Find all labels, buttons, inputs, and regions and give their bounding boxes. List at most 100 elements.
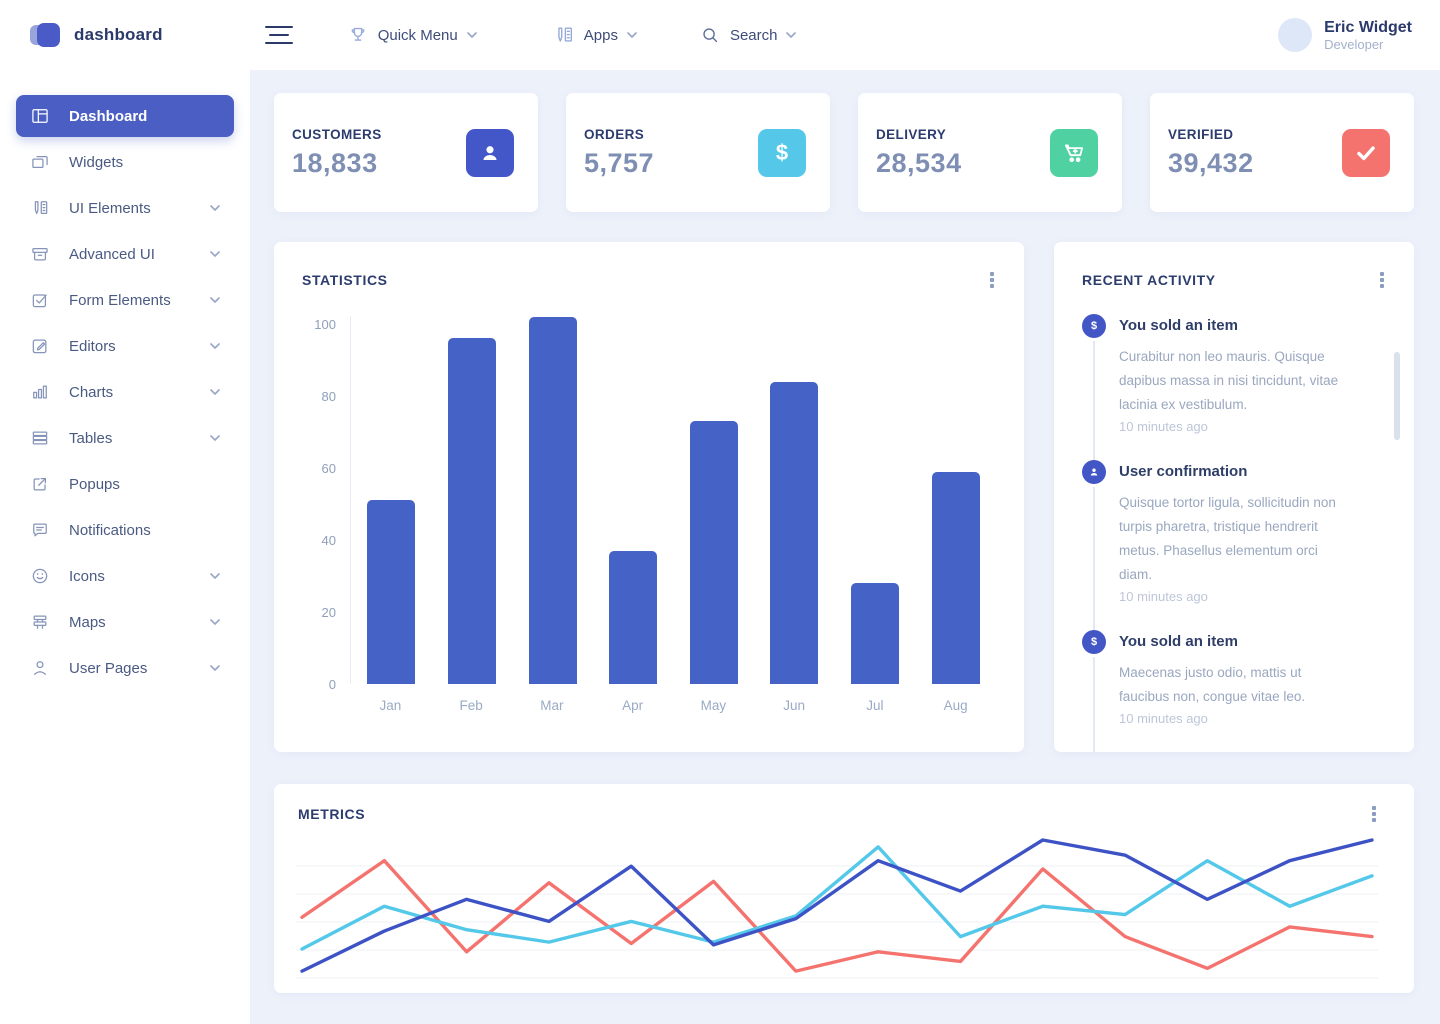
dollar-icon: $ [1082, 630, 1106, 654]
user-icon [466, 129, 514, 177]
sidebar-item-label: Icons [69, 568, 105, 585]
activity-item[interactable]: $ You sold an item Maecenas justo odio, … [1082, 630, 1386, 752]
notifications-icon [30, 520, 50, 540]
sidebar-item-label: Widgets [69, 154, 123, 171]
stat-card-delivery: DELIVERY 28,534 [858, 93, 1122, 212]
chevron-down-icon [210, 343, 220, 349]
nav-quick-menu[interactable]: Quick Menu [347, 24, 477, 46]
line-chart [296, 832, 1378, 984]
stat-value: 39,432 [1168, 148, 1254, 179]
stat-label: ORDERS [584, 127, 654, 142]
widgets-icon [30, 152, 50, 172]
sidebar-item-user-pages[interactable]: User Pages [16, 647, 234, 689]
brand-logo-icon [30, 21, 64, 49]
line-series-salmon [302, 861, 1372, 971]
top-navbar: dashboard Quick Menu Apps Search Eric Wi… [0, 0, 1440, 70]
kebab-menu-icon[interactable] [1370, 804, 1378, 824]
stat-card-customers: CUSTOMERS 18,833 [274, 93, 538, 212]
stat-value: 5,757 [584, 148, 654, 179]
sidebar-item-tables[interactable]: Tables [16, 417, 234, 459]
tables-icon [30, 428, 50, 448]
sidebar-item-editors[interactable]: Editors [16, 325, 234, 367]
activity-text: Curabitur non leo mauris. Quisque dapibu… [1119, 345, 1351, 417]
bar [609, 551, 657, 684]
y-tick-label: 20 [322, 605, 336, 620]
timeline-line [1093, 487, 1095, 630]
sidebar-item-label: Form Elements [69, 292, 171, 309]
cart-icon [1050, 129, 1098, 177]
x-tick-label: Apr [592, 698, 673, 713]
bar [690, 421, 738, 684]
kebab-menu-icon[interactable] [1378, 270, 1386, 290]
scrollbar-thumb[interactable] [1394, 352, 1400, 440]
sidebar-item-notifications[interactable]: Notifications [16, 509, 234, 551]
sidebar-item-popups[interactable]: Popups [16, 463, 234, 505]
stat-label: CUSTOMERS [292, 127, 382, 142]
x-tick-label: Jan [350, 698, 431, 713]
user-role: Developer [1324, 37, 1412, 53]
popups-icon [30, 474, 50, 494]
bar-chart: 020406080100 [302, 316, 996, 684]
sidebar-item-form-elements[interactable]: Form Elements [16, 279, 234, 321]
bar [932, 472, 980, 684]
y-tick-label: 0 [329, 677, 336, 692]
stat-card-orders: ORDERS 5,757 $ [566, 93, 830, 212]
bar-chart-plot [350, 316, 996, 684]
chevron-down-icon [210, 573, 220, 579]
sidebar-item-dashboard[interactable]: Dashboard [16, 95, 234, 137]
dollar-icon: $ [1082, 314, 1106, 338]
activity-list: $ You sold an item Curabitur non leo mau… [1082, 314, 1386, 752]
chevron-down-icon [210, 297, 220, 303]
user-menu[interactable]: Eric Widget Developer [1278, 18, 1412, 53]
bar [367, 500, 415, 684]
timeline-line [1093, 341, 1095, 460]
apps-icon [553, 24, 575, 46]
activity-time: 10 minutes ago [1119, 419, 1351, 434]
nav-search-label: Search [730, 27, 778, 44]
nav-apps[interactable]: Apps [553, 24, 637, 46]
chevron-down-icon [467, 32, 477, 38]
bar [851, 583, 899, 684]
sidebar-item-icons[interactable]: Icons [16, 555, 234, 597]
kebab-menu-icon[interactable] [988, 270, 996, 290]
menu-toggle-icon[interactable] [265, 26, 293, 44]
brand-name: dashboard [74, 25, 163, 45]
activity-item[interactable]: User confirmation Quisque tortor ligula,… [1082, 460, 1386, 630]
sidebar-item-label: Notifications [69, 522, 151, 539]
statistics-panel: STATISTICS 020406080100 JanFebMarAprMayJ… [274, 242, 1024, 752]
y-tick-label: 60 [322, 461, 336, 476]
chevron-down-icon [210, 389, 220, 395]
sidebar-item-label: Tables [69, 430, 112, 447]
sidebar-item-label: Dashboard [69, 108, 147, 125]
sidebar-item-charts[interactable]: Charts [16, 371, 234, 413]
bar [448, 338, 496, 684]
recent-activity-title: RECENT ACTIVITY [1082, 272, 1216, 288]
sidebar-item-maps[interactable]: Maps [16, 601, 234, 643]
metrics-title: METRICS [298, 806, 365, 822]
trophy-icon [347, 24, 369, 46]
stat-label: DELIVERY [876, 127, 962, 142]
sidebar-item-advanced-ui[interactable]: Advanced UI [16, 233, 234, 275]
sidebar-item-ui-elements[interactable]: UI Elements [16, 187, 234, 229]
maps-icon [30, 612, 50, 632]
chevron-down-icon [210, 665, 220, 671]
sidebar-item-label: Charts [69, 384, 113, 401]
sidebar-item-widgets[interactable]: Widgets [16, 141, 234, 183]
nav-search[interactable]: Search [699, 24, 797, 46]
nav-quick-menu-label: Quick Menu [378, 27, 458, 44]
y-tick-label: 40 [322, 533, 336, 548]
y-tick-label: 80 [322, 389, 336, 404]
brand[interactable]: dashboard [30, 21, 163, 49]
recent-activity-panel: RECENT ACTIVITY $ You sold an item Curab… [1054, 242, 1414, 752]
sidebar-item-label: Maps [69, 614, 106, 631]
sidebar-item-label: UI Elements [69, 200, 151, 217]
x-tick-label: Feb [431, 698, 512, 713]
stat-card-verified: VERIFIED 39,432 [1150, 93, 1414, 212]
advanced-ui-icon [30, 244, 50, 264]
activity-item[interactable]: $ You sold an item Curabitur non leo mau… [1082, 314, 1386, 460]
sidebar-item-label: Editors [69, 338, 116, 355]
line-series-indigo [302, 840, 1372, 971]
dollar-icon: $ [758, 129, 806, 177]
chevron-down-icon [627, 32, 637, 38]
search-icon [699, 24, 721, 46]
